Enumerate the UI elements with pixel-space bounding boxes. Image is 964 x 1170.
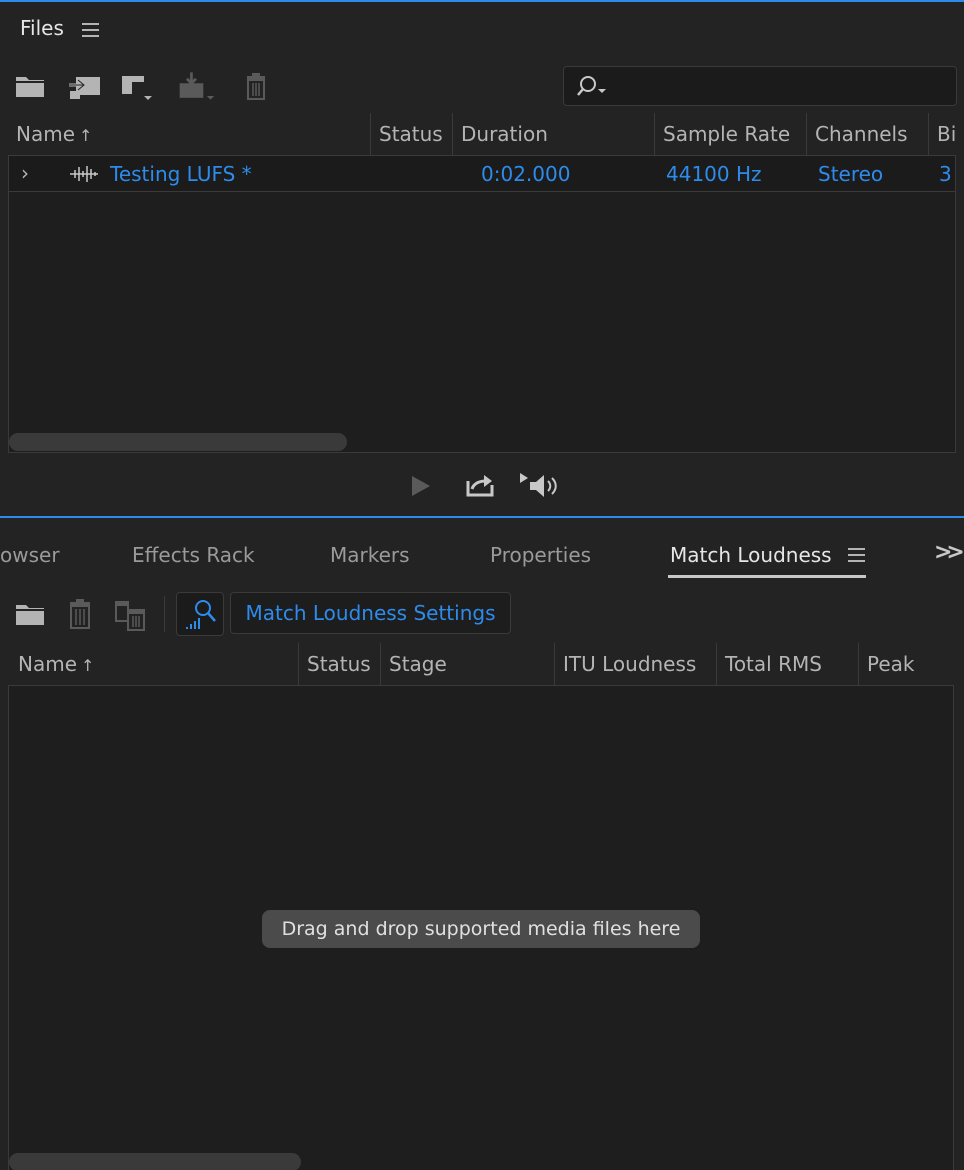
loudness-table-header: Name ↑ Status Stage ITU Loudness Total RM… — [10, 643, 954, 685]
file-sample-rate: 44100 Hz — [666, 162, 762, 186]
file-row[interactable]: › Testing LUFS * 0:02.000 44100 Hz Stere… — [9, 156, 955, 192]
file-channels: Stereo — [818, 162, 884, 186]
file-bit-depth: 3 — [939, 162, 952, 186]
drop-zone-hint: Drag and drop supported media files here — [262, 910, 700, 948]
tab-properties[interactable]: Properties — [490, 538, 591, 572]
loop-icon[interactable] — [460, 464, 500, 508]
files-list[interactable]: › Testing LUFS * 0:02.000 44100 Hz Stere… — [8, 155, 956, 453]
files-panel: Files Name ↑ Status Duration Sample Rate … — [0, 0, 964, 516]
play-icon[interactable] — [400, 464, 440, 508]
files-search-field[interactable] — [563, 66, 957, 106]
column-header-itu-loudness[interactable]: ITU Loudness — [554, 643, 716, 685]
toolbar-separator — [164, 596, 165, 632]
batch-import-icon — [176, 66, 216, 106]
scan-loudness-button[interactable] — [176, 592, 224, 636]
file-name[interactable]: Testing LUFS * — [110, 156, 252, 192]
sort-ascending-icon: ↑ — [81, 656, 95, 675]
column-header-name-label: Name — [18, 652, 78, 676]
files-table-header: Name ↑ Status Duration Sample Rate Channe… — [8, 113, 964, 155]
import-icon[interactable] — [64, 66, 104, 106]
autoplay-volume-icon[interactable] — [514, 464, 564, 508]
match-loudness-settings-button[interactable]: Match Loudness Settings — [230, 592, 511, 634]
tab-markers[interactable]: Markers — [330, 538, 410, 572]
column-header-status[interactable]: Status — [298, 643, 380, 685]
delete-icon — [60, 594, 100, 634]
file-duration: 0:02.000 — [481, 162, 571, 186]
match-loudness-panel: owser Effects Rack Markers Properties Ma… — [0, 516, 964, 1170]
column-header-peak[interactable]: Peak — [858, 643, 954, 685]
sort-ascending-icon: ↑ — [79, 126, 93, 145]
tab-overflow-icon[interactable]: >> — [934, 540, 964, 565]
expand-chevron-icon[interactable]: › — [21, 156, 29, 192]
audio-waveform-icon — [70, 166, 98, 182]
clear-all-icon — [110, 594, 150, 634]
open-file-icon[interactable] — [10, 66, 50, 106]
delete-icon — [236, 66, 276, 106]
column-header-sample-rate[interactable]: Sample Rate — [654, 113, 806, 155]
tab-media-browser[interactable]: owser — [0, 538, 60, 572]
files-panel-title[interactable]: Files — [20, 16, 64, 40]
tab-effects-rack[interactable]: Effects Rack — [132, 538, 255, 572]
active-tab-indicator — [668, 575, 866, 578]
files-panel-header: Files — [0, 2, 964, 56]
insert-into-multitrack-icon[interactable] — [118, 66, 158, 106]
search-icon — [577, 76, 606, 96]
column-header-total-rms[interactable]: Total RMS — [716, 643, 858, 685]
files-horizontal-scrollbar[interactable] — [9, 433, 347, 451]
column-header-status[interactable]: Status — [370, 113, 452, 155]
column-header-bit-depth[interactable]: Bi — [928, 113, 964, 155]
panel-menu-icon[interactable] — [82, 23, 99, 37]
loudness-horizontal-scrollbar[interactable] — [9, 1153, 301, 1170]
files-search-input[interactable] — [618, 71, 948, 101]
loudness-scan-icon — [186, 600, 216, 629]
column-header-name[interactable]: Name ↑ — [8, 113, 370, 155]
column-header-duration[interactable]: Duration — [452, 113, 654, 155]
open-file-icon[interactable] — [10, 594, 50, 634]
column-header-name[interactable]: Name ↑ — [10, 643, 298, 685]
column-header-channels[interactable]: Channels — [806, 113, 928, 155]
panel-menu-icon[interactable] — [848, 548, 865, 562]
column-header-name-label: Name — [16, 122, 76, 146]
column-header-stage[interactable]: Stage — [380, 643, 554, 685]
tab-match-loudness[interactable]: Match Loudness — [670, 538, 832, 572]
